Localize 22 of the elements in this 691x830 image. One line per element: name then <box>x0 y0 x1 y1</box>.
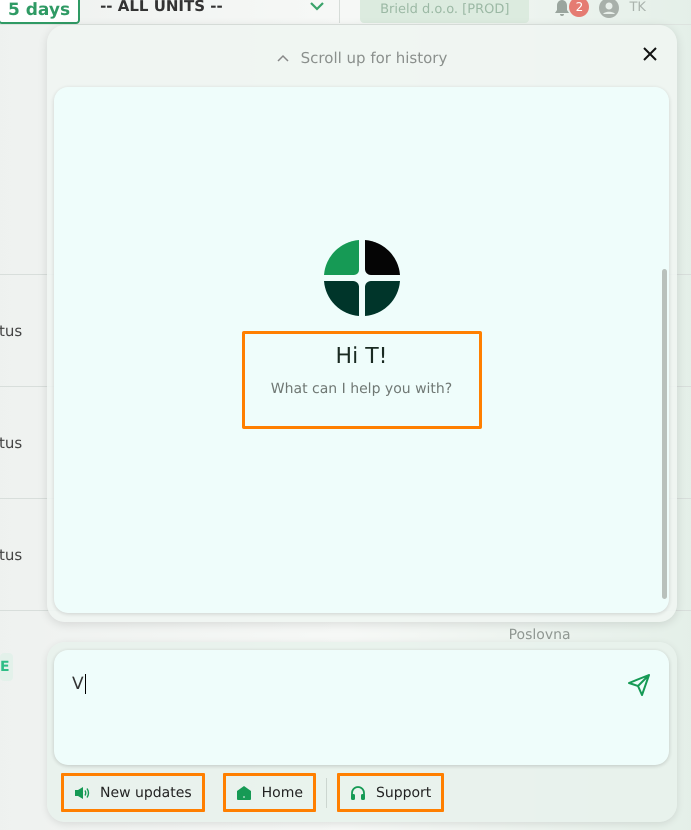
message-field[interactable]: V <box>54 650 669 765</box>
action-button[interactable]: New updates <box>61 773 205 812</box>
action-button[interactable]: Support <box>336 773 444 812</box>
action-button[interactable]: Home <box>222 773 316 812</box>
megaphone-icon <box>74 784 90 800</box>
avatar-icon[interactable] <box>599 0 620 18</box>
status-badge: E <box>0 652 13 680</box>
scrollbar[interactable] <box>662 269 667 599</box>
user-initials: TK <box>629 0 646 14</box>
greeting-title: Hi T! <box>336 344 388 369</box>
period-button[interactable]: 5 days <box>0 0 80 24</box>
home-icon <box>236 784 252 800</box>
unit-select[interactable]: -- ALL UNITS -- <box>90 0 340 23</box>
notification-badge: 2 <box>569 0 590 17</box>
close-icon[interactable] <box>643 47 657 61</box>
table-cell: Poslovna <box>508 627 571 643</box>
chevron-up-icon <box>276 54 289 62</box>
bell-icon[interactable] <box>553 0 572 17</box>
chevron-icon <box>309 1 326 11</box>
greeting-subtitle: What can I help you with? <box>270 381 452 397</box>
headset-icon <box>350 784 366 800</box>
send-icon[interactable] <box>627 674 651 696</box>
